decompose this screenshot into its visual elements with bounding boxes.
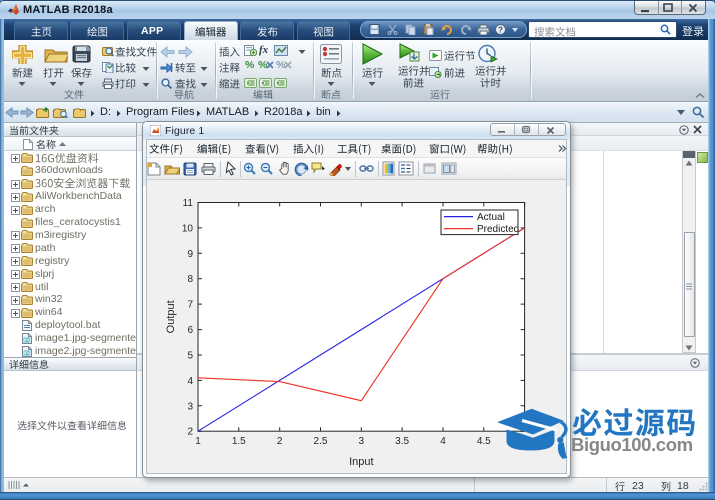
svg-text:8: 8: [187, 274, 193, 285]
svg-text:7: 7: [187, 300, 193, 311]
svg-text:Predicted: Predicted: [477, 224, 519, 235]
svg-text:1: 1: [195, 436, 201, 447]
svg-text:2.5: 2.5: [314, 436, 328, 447]
svg-text:Output: Output: [165, 300, 177, 333]
svg-text:2: 2: [277, 436, 283, 447]
svg-text:5: 5: [187, 351, 193, 362]
svg-text:3: 3: [359, 436, 365, 447]
svg-text:JPG: JPG: [23, 338, 31, 343]
svg-text:4: 4: [187, 376, 193, 387]
svg-text:1.5: 1.5: [232, 436, 246, 447]
svg-text:3: 3: [187, 401, 193, 412]
svg-text:Input: Input: [349, 456, 373, 468]
svg-text:6: 6: [187, 325, 193, 336]
svg-text:10: 10: [182, 223, 194, 234]
svg-text:11: 11: [183, 198, 194, 209]
svg-text:4: 4: [440, 436, 446, 447]
svg-text:9: 9: [187, 249, 193, 260]
svg-text:3.5: 3.5: [395, 436, 409, 447]
svg-text:2: 2: [187, 427, 193, 438]
svg-text:JPG: JPG: [23, 351, 31, 356]
svg-text:?: ?: [498, 26, 503, 35]
svg-text:Actual: Actual: [477, 212, 505, 223]
